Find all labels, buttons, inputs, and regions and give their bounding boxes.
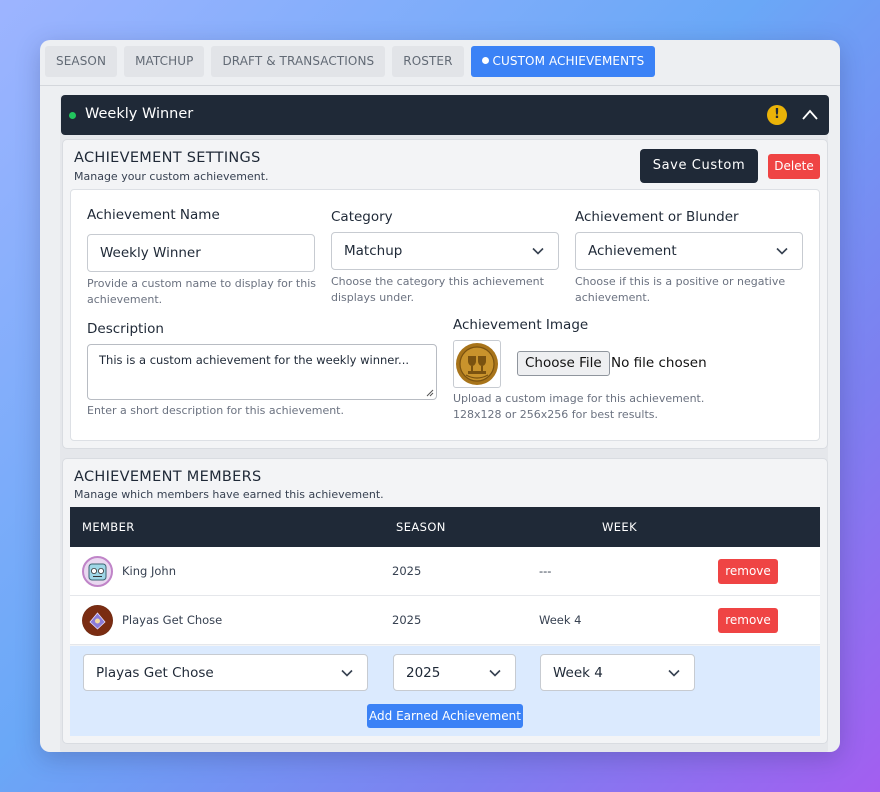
add-earned-achievement-button[interactable]: Add Earned Achievement <box>367 704 523 728</box>
kind-help: Choose if this is a positive or negative… <box>575 275 786 304</box>
category-label: Category <box>331 209 393 225</box>
members-subtitle: Manage which members have earned this ac… <box>74 488 384 501</box>
category-help: Choose the category this achievement dis… <box>331 275 544 304</box>
week-select-value: Week 4 <box>553 664 603 681</box>
week-select[interactable]: Week 4 <box>540 654 695 691</box>
chevron-down-icon <box>489 669 501 677</box>
column-week: WEEK <box>602 520 638 534</box>
tab-label: DRAFT & TRANSACTIONS <box>222 54 375 68</box>
app-window: SEASON MATCHUP DRAFT & TRANSACTIONS ROST… <box>40 40 840 752</box>
tab-matchup[interactable]: MATCHUP <box>124 46 205 77</box>
chevron-up-icon[interactable] <box>801 107 819 123</box>
tab-bar: SEASON MATCHUP DRAFT & TRANSACTIONS ROST… <box>45 46 656 77</box>
season-select[interactable]: 2025 <box>393 654 516 691</box>
active-dot-icon <box>481 57 489 64</box>
delete-button[interactable]: Delete <box>768 154 820 179</box>
member-name: King John <box>122 564 176 578</box>
table-row: King John 2025 --- remove <box>70 547 820 596</box>
status-dot-icon <box>69 112 76 119</box>
save-custom-button[interactable]: Save Custom <box>640 149 758 183</box>
avatar-icon <box>82 605 113 636</box>
member-season: 2025 <box>392 613 422 627</box>
kind-label: Achievement or Blunder <box>575 209 739 225</box>
season-select-value: 2025 <box>406 664 441 681</box>
name-help: Provide a custom name to display for thi… <box>87 277 316 306</box>
image-label: Achievement Image <box>453 317 589 333</box>
members-title: ACHIEVEMENT MEMBERS <box>74 469 262 485</box>
achievement-title: Weekly Winner <box>85 106 194 122</box>
chevron-down-icon <box>776 247 788 255</box>
member-week: Week 4 <box>539 613 582 627</box>
avatar-icon <box>88 563 107 581</box>
trophy-icon <box>456 343 498 385</box>
settings-title: ACHIEVEMENT SETTINGS <box>74 150 261 166</box>
avatar <box>82 605 113 636</box>
description-value: This is a custom achievement for the wee… <box>99 353 410 367</box>
chevron-down-icon <box>668 669 680 677</box>
member-week: --- <box>539 564 552 578</box>
settings-subtitle: Manage your custom achievement. <box>74 170 269 183</box>
tab-draft-transactions[interactable]: DRAFT & TRANSACTIONS <box>211 46 386 77</box>
add-member-row: Playas Get Chose 2025 Week 4 Add Earned … <box>70 646 820 736</box>
member-season: 2025 <box>392 564 422 578</box>
tab-custom-achievements[interactable]: CUSTOM ACHIEVEMENTS <box>470 46 656 77</box>
description-textarea[interactable]: This is a custom achievement for the wee… <box>87 344 437 400</box>
achievement-image-preview <box>453 340 501 388</box>
description-help: Enter a short description for this achie… <box>87 404 344 417</box>
remove-button[interactable]: remove <box>718 559 778 584</box>
tab-divider <box>40 85 840 86</box>
choose-file-button[interactable]: Choose File <box>517 351 610 376</box>
member-select-value: Playas Get Chose <box>96 664 214 681</box>
achievement-header[interactable]: Weekly Winner ! <box>61 95 829 135</box>
tab-label: MATCHUP <box>135 54 194 68</box>
kind-value: Achievement <box>588 243 677 259</box>
category-select[interactable]: Matchup <box>331 232 559 270</box>
file-status: No file chosen <box>611 355 707 371</box>
avatar <box>82 556 113 587</box>
column-season: SEASON <box>396 520 446 534</box>
achievement-name-value: Weekly Winner <box>100 245 201 261</box>
members-table-header: MEMBER SEASON WEEK <box>70 507 820 547</box>
description-label: Description <box>87 321 164 337</box>
tab-season[interactable]: SEASON <box>45 46 118 77</box>
achievement-name-input[interactable]: Weekly Winner <box>87 234 315 272</box>
member-name: Playas Get Chose <box>122 613 223 627</box>
tab-label: SEASON <box>56 54 107 68</box>
tab-label: CUSTOM ACHIEVEMENTS <box>492 54 645 68</box>
tab-label: ROSTER <box>403 54 453 68</box>
kind-select[interactable]: Achievement <box>575 232 803 270</box>
image-help-line1: Upload a custom image for this achieveme… <box>453 392 705 405</box>
category-value: Matchup <box>344 243 403 259</box>
column-member: MEMBER <box>82 520 135 534</box>
chevron-down-icon <box>532 247 544 255</box>
warning-icon[interactable]: ! <box>767 105 787 125</box>
name-label: Achievement Name <box>87 207 220 223</box>
remove-button[interactable]: remove <box>718 608 778 633</box>
image-help-line2: 128x128 or 256x256 for best results. <box>453 408 659 421</box>
tab-roster[interactable]: ROSTER <box>392 46 464 77</box>
resize-grip-icon[interactable] <box>426 389 434 397</box>
table-row: Playas Get Chose 2025 Week 4 remove <box>70 596 820 645</box>
member-select[interactable]: Playas Get Chose <box>83 654 368 691</box>
chevron-down-icon <box>341 669 353 677</box>
